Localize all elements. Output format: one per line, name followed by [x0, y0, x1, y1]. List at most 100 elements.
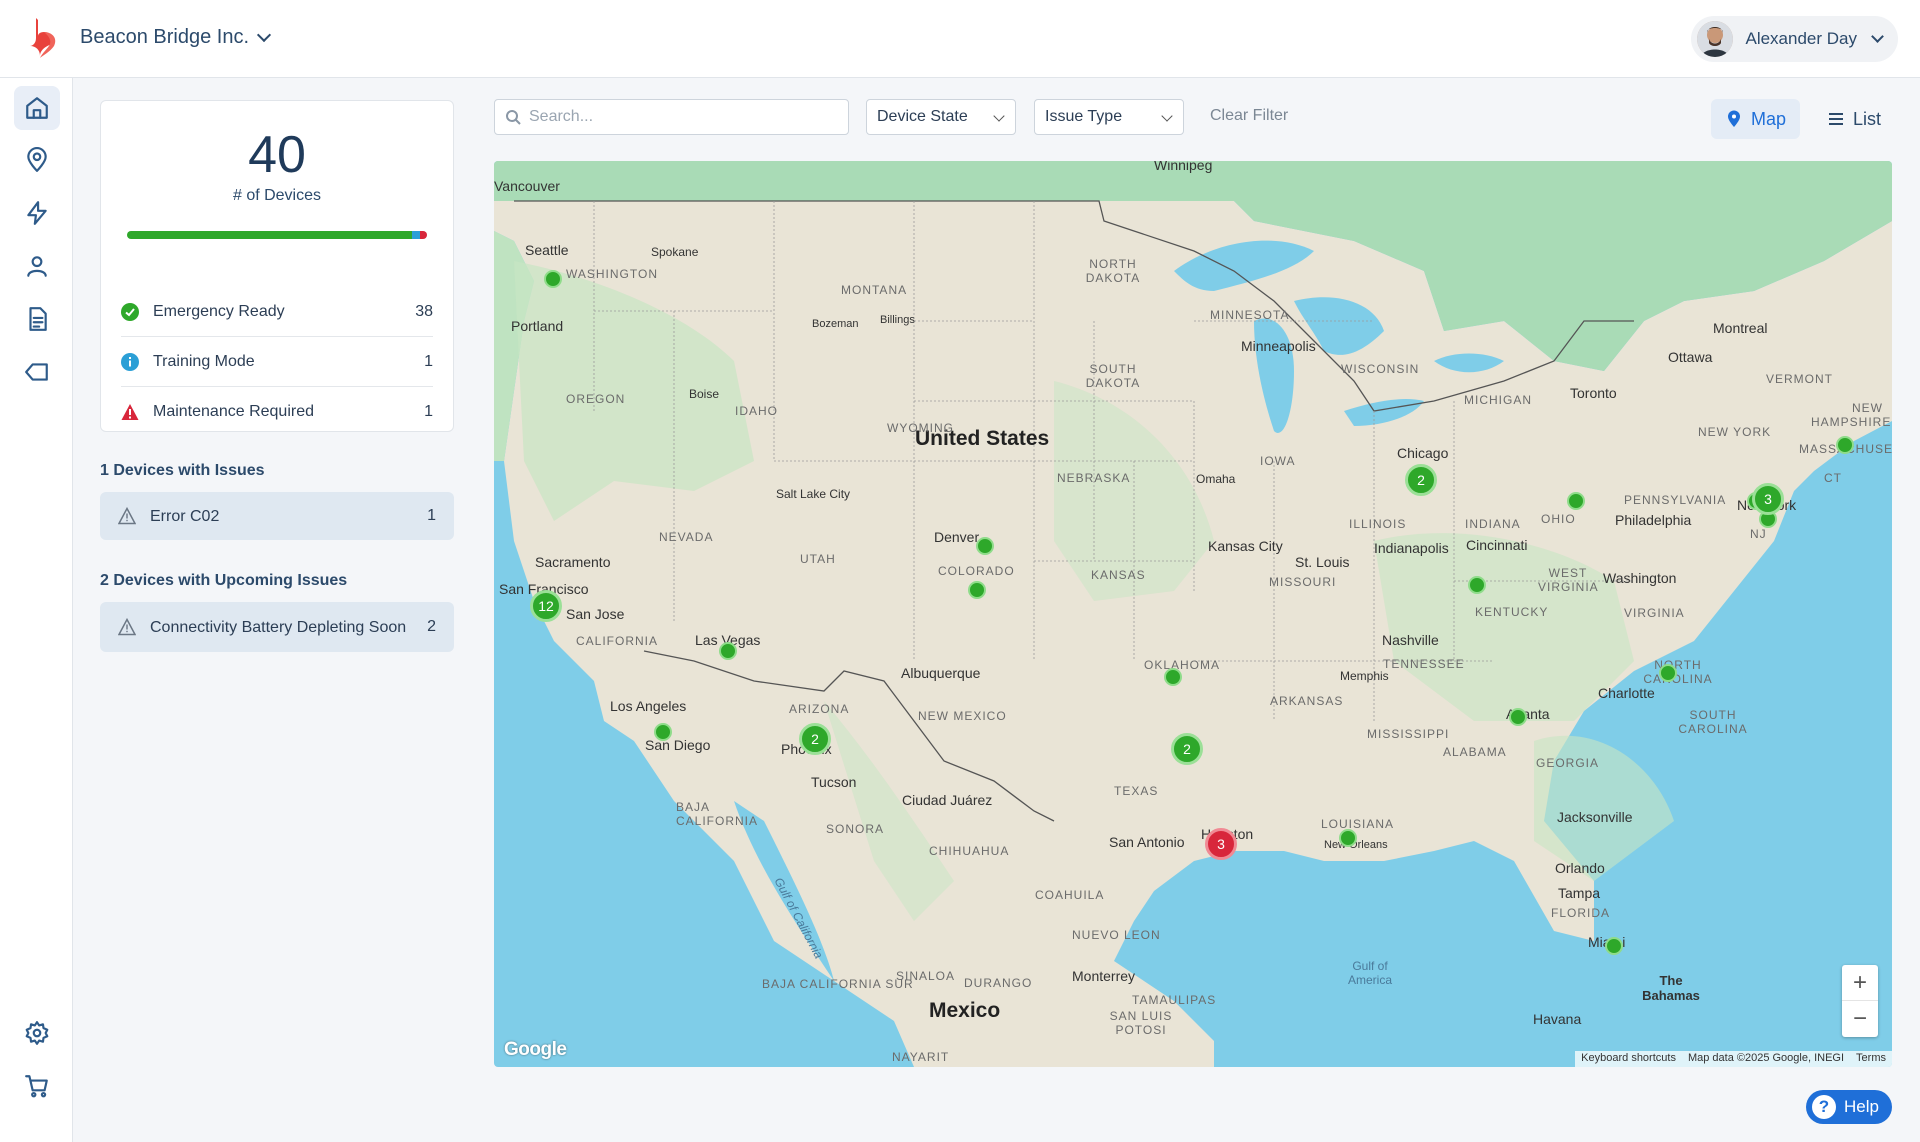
- tag-icon: [25, 363, 48, 381]
- device-pin[interactable]: [1509, 708, 1527, 726]
- search-input[interactable]: [529, 108, 829, 126]
- device-pin[interactable]: [1339, 829, 1357, 847]
- map-data-credit: Map data ©2025 Google, INEGI: [1687, 1052, 1845, 1064]
- search-box[interactable]: [494, 99, 849, 135]
- device-pin[interactable]: [1164, 668, 1182, 686]
- location-pin-icon: [27, 147, 47, 172]
- issue-item-error-c02[interactable]: Error C02 1: [100, 492, 454, 540]
- device-map[interactable]: United States Mexico Winnipeg Vancouver …: [494, 161, 1892, 1067]
- map-label-city: Memphis: [1340, 669, 1389, 683]
- device-cluster[interactable]: 2: [799, 723, 831, 755]
- map-label-region: MONTANA: [841, 283, 908, 297]
- nav-locations[interactable]: [14, 138, 60, 182]
- map-label-city: Sacramento: [535, 554, 611, 570]
- device-pin[interactable]: [1567, 492, 1585, 510]
- map-label-region: MINNESOTA: [1210, 308, 1290, 322]
- status-row-training-mode[interactable]: Training Mode 1: [121, 337, 433, 387]
- nav-documents[interactable]: [14, 297, 60, 341]
- nav-activity[interactable]: [14, 191, 60, 235]
- chevron-down-icon: [1161, 110, 1173, 122]
- map-label-city: Billings: [880, 314, 915, 326]
- map-label-city: Nashville: [1382, 632, 1439, 648]
- zoom-in-button[interactable]: +: [1842, 965, 1878, 1001]
- device-pin[interactable]: [976, 537, 994, 555]
- warning-triangle-icon: [118, 618, 136, 636]
- map-label-region: CALIFORNIA: [576, 634, 659, 648]
- device-pin[interactable]: [1836, 436, 1854, 454]
- upcoming-issue-item[interactable]: Connectivity Battery Depleting Soon 2: [100, 602, 454, 652]
- nav-settings[interactable]: [14, 1011, 60, 1055]
- avatar: [1697, 21, 1734, 57]
- nav-home[interactable]: [14, 86, 60, 130]
- map-label-region: TEXAS: [1114, 784, 1159, 798]
- map-label-region: ARKANSAS: [1270, 694, 1344, 708]
- map-attribution: Keyboard shortcuts Map data ©2025 Google…: [1575, 1051, 1892, 1067]
- keyboard-shortcuts-link[interactable]: Keyboard shortcuts: [1581, 1052, 1676, 1066]
- device-pin[interactable]: [1605, 937, 1623, 955]
- device-cluster[interactable]: 2: [1171, 733, 1203, 765]
- map-label-region: OHIO: [1541, 512, 1576, 526]
- map-label-city: Boise: [689, 387, 720, 401]
- map-label-city: San Antonio: [1109, 834, 1185, 850]
- device-pin[interactable]: [654, 723, 672, 741]
- device-summary-card: 40 # of Devices Emergency Ready 38 Train…: [100, 100, 454, 432]
- map-label-city: Chicago: [1397, 445, 1449, 461]
- device-total: 40: [248, 126, 306, 184]
- device-cluster[interactable]: 12: [530, 590, 562, 622]
- bar-segment-emergency-ready: [127, 231, 412, 239]
- device-pin[interactable]: [968, 581, 986, 599]
- device-cluster[interactable]: 2: [1405, 464, 1437, 496]
- map-label-region: WASHINGTON: [566, 267, 659, 281]
- map-label-region: NORTH DAKOTA: [1085, 257, 1141, 285]
- device-pin[interactable]: [544, 270, 562, 288]
- nav-users[interactable]: [14, 244, 60, 288]
- beacon-bridge-logo[interactable]: [22, 16, 60, 60]
- map-label-region: ALABAMA: [1443, 745, 1507, 759]
- device-pin[interactable]: [719, 642, 737, 660]
- map-label-city: Minneapolis: [1241, 338, 1316, 354]
- list-view-button[interactable]: List: [1813, 99, 1895, 139]
- map-label-city: Washington: [1603, 570, 1677, 586]
- map-label-city: Denver: [934, 529, 980, 545]
- device-cluster-alert[interactable]: 3: [1205, 828, 1237, 860]
- map-label-city: Indianapolis: [1374, 540, 1449, 556]
- warning-triangle-icon: [118, 507, 136, 525]
- map-label-city: Charlotte: [1598, 685, 1655, 701]
- device-total-label: # of Devices: [232, 187, 322, 204]
- clear-filter-button[interactable]: Clear Filter: [1210, 107, 1288, 125]
- map-label-region: SAN LUIS POTOSI: [1109, 1009, 1173, 1037]
- org-switcher[interactable]: Beacon Bridge Inc.: [80, 26, 272, 49]
- status-row-emergency-ready[interactable]: Emergency Ready 38: [121, 287, 433, 337]
- info-circle-icon: [121, 352, 139, 371]
- map-label-city: Bozeman: [812, 318, 859, 330]
- map-label-city: Montreal: [1713, 320, 1768, 336]
- lightning-icon: [27, 201, 47, 225]
- device-pin[interactable]: [1659, 664, 1677, 682]
- help-button[interactable]: ? Help: [1806, 1090, 1892, 1124]
- map-label-region: WYOMING: [887, 421, 954, 435]
- user-menu[interactable]: Alexander Day: [1691, 16, 1898, 62]
- zoom-out-button[interactable]: −: [1842, 1001, 1878, 1037]
- status-row-maintenance-required[interactable]: Maintenance Required 1: [121, 387, 433, 437]
- issue-type-select[interactable]: Issue Type: [1034, 99, 1184, 135]
- device-cluster[interactable]: 3: [1752, 483, 1784, 515]
- map-label-region: CT: [1824, 471, 1842, 485]
- map-label-city: Kansas City: [1208, 538, 1283, 554]
- device-state-select[interactable]: Device State: [866, 99, 1016, 135]
- device-pin[interactable]: [1468, 576, 1486, 594]
- map-label-region: VIRGINIA: [1624, 606, 1685, 620]
- nav-cart[interactable]: [14, 1064, 60, 1108]
- map-label-region: WISCONSIN: [1341, 362, 1420, 376]
- side-nav: [0, 78, 73, 1142]
- map-label-region: COAHUILA: [1035, 888, 1105, 902]
- terms-link[interactable]: Terms: [1856, 1052, 1886, 1066]
- map-label-city: Tucson: [811, 774, 857, 790]
- map-label-city: Spokane: [651, 245, 699, 259]
- map-view-button[interactable]: Map: [1711, 99, 1801, 139]
- map-view-label: Map: [1751, 108, 1787, 129]
- status-count: 1: [424, 403, 433, 420]
- user-icon: [27, 256, 47, 277]
- nav-tags[interactable]: [14, 350, 60, 394]
- map-label-region: INDIANA: [1465, 517, 1521, 531]
- chevron-down-icon: [256, 27, 272, 43]
